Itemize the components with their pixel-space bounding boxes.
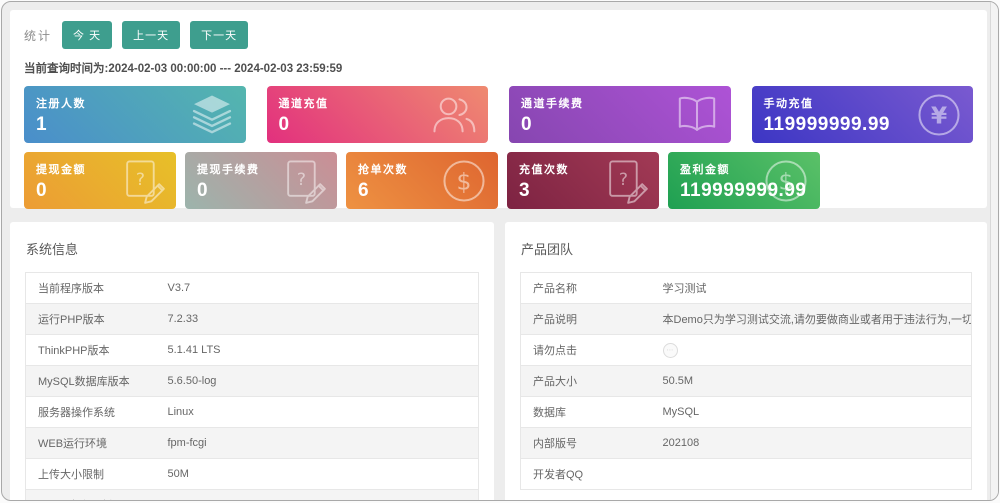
stat-card: 充值次数3? <box>507 152 659 209</box>
product-team-table: 产品名称学习测试产品说明本Demo只为学习测试交流,请勿要做商业或者用于违法行为… <box>520 272 972 490</box>
stat-card-value: 3 <box>519 181 647 200</box>
product-team-title: 产品团队 <box>521 239 972 258</box>
info-value: 50M <box>156 490 479 502</box>
stat-card-label: 充值次数 <box>519 161 647 177</box>
info-label: 产品大小 <box>521 366 651 397</box>
info-value: 202108 <box>651 428 972 459</box>
info-value: 本Demo只为学习测试交流,请勿要做商业或者用于违法行为,一切后果自负. <box>651 304 972 335</box>
stat-card-label: 盈利金额 <box>680 161 808 177</box>
stat-card-label: 提现手续费 <box>197 161 325 177</box>
query-time-text: 当前查询时间为:2024-02-03 00:00:00 --- 2024-02-… <box>24 60 973 76</box>
stat-card: 通道充值 0 <box>267 86 489 143</box>
info-row: ThinkPHP版本5.1.41 LTS <box>26 335 479 366</box>
stat-card: 注册人数 1 <box>24 86 246 143</box>
info-label: 运行PHP版本 <box>26 304 156 335</box>
stat-card: 提现手续费0? <box>185 152 337 209</box>
next-day-button[interactable]: 下一天 <box>190 21 248 49</box>
info-label: 产品说明 <box>521 304 651 335</box>
info-value <box>651 459 972 490</box>
product-team-panel: 产品团队 产品名称学习测试产品说明本Demo只为学习测试交流,请勿要做商业或者用… <box>505 222 987 501</box>
info-row: 内部版号202108 <box>521 428 972 459</box>
info-label: 上传大小限制 <box>26 459 156 490</box>
info-label: 服务器操作系统 <box>26 397 156 428</box>
info-row: 开发者QQ <box>521 459 972 490</box>
info-value: V3.7 <box>156 273 479 304</box>
stat-cards-row-1: 注册人数1通道充值0通道手续费0手动充值119999999.99¥ <box>24 86 973 143</box>
stat-card: 手动充值119999999.99¥ <box>752 86 974 143</box>
stat-card-value: 119999999.99 <box>764 115 962 134</box>
vertical-scrollbar[interactable] <box>990 2 998 500</box>
info-row: 请勿点击 <box>521 335 972 366</box>
prev-day-button[interactable]: 上一天 <box>122 21 180 49</box>
stat-card-value: 0 <box>521 115 719 134</box>
info-label: 内部版号 <box>521 428 651 459</box>
stat-card-label: 抢单次数 <box>358 161 486 177</box>
info-row: MySQL数据库版本5.6.50-log <box>26 366 479 397</box>
stat-card-label: 手动充值 <box>764 95 962 111</box>
info-label: 当前程序版本 <box>26 273 156 304</box>
do-not-click-icon[interactable] <box>663 343 678 358</box>
info-label: ThinkPHP版本 <box>26 335 156 366</box>
stat-card: 提现金额0? <box>24 152 176 209</box>
info-value: 学习测试 <box>651 273 972 304</box>
stat-card: 抢单次数6$ <box>346 152 498 209</box>
info-value: 50.5M <box>651 366 972 397</box>
info-label: 请勿点击 <box>521 335 651 366</box>
statistics-title: 统计 <box>24 27 52 44</box>
info-value: 7.2.33 <box>156 304 479 335</box>
stat-cards-row-2: 提现金额0?提现手续费0?抢单次数6$充值次数3?盈利金额119999999.9… <box>24 152 973 209</box>
info-row: 数据库MySQL <box>521 397 972 428</box>
stat-card-label: 提现金额 <box>36 161 164 177</box>
info-panels-row: 系统信息 当前程序版本V3.7运行PHP版本7.2.33ThinkPHP版本5.… <box>10 222 987 501</box>
system-info-title: 系统信息 <box>26 239 479 258</box>
stat-card-value: 0 <box>36 181 164 200</box>
info-label: 开发者QQ <box>521 459 651 490</box>
info-label: 产品名称 <box>521 273 651 304</box>
statistics-panel: 统计 今 天 上一天 下一天 当前查询时间为:2024-02-03 00:00:… <box>10 10 987 208</box>
stat-card-label: 通道充值 <box>279 95 477 111</box>
info-value: 50M <box>156 459 479 490</box>
info-row: 上传大小限制50M <box>26 459 479 490</box>
today-button[interactable]: 今 天 <box>62 21 112 49</box>
info-row: 产品说明本Demo只为学习测试交流,请勿要做商业或者用于违法行为,一切后果自负. <box>521 304 972 335</box>
stat-card-value: 1 <box>36 115 234 134</box>
info-value: 5.1.41 LTS <box>156 335 479 366</box>
info-value: fpm-fcgi <box>156 428 479 459</box>
info-row: 当前程序版本V3.7 <box>26 273 479 304</box>
info-label: POST大小限制 <box>26 490 156 502</box>
info-value: MySQL <box>651 397 972 428</box>
info-row: 运行PHP版本7.2.33 <box>26 304 479 335</box>
info-value: Linux <box>156 397 479 428</box>
info-row: POST大小限制50M <box>26 490 479 502</box>
stat-card-value: 0 <box>197 181 325 200</box>
stat-card-value: 0 <box>279 115 477 134</box>
stat-card-value: 119999999.99 <box>680 181 808 200</box>
system-info-panel: 系统信息 当前程序版本V3.7运行PHP版本7.2.33ThinkPHP版本5.… <box>10 222 494 501</box>
info-row: WEB运行环境fpm-fcgi <box>26 428 479 459</box>
stat-card-value: 6 <box>358 181 486 200</box>
info-row: 产品大小50.5M <box>521 366 972 397</box>
stat-card-label: 通道手续费 <box>521 95 719 111</box>
info-label: MySQL数据库版本 <box>26 366 156 397</box>
dashboard-window: 统计 今 天 上一天 下一天 当前查询时间为:2024-02-03 00:00:… <box>1 1 999 501</box>
info-row: 产品名称学习测试 <box>521 273 972 304</box>
info-value: 5.6.50-log <box>156 366 479 397</box>
info-label: WEB运行环境 <box>26 428 156 459</box>
info-label: 数据库 <box>521 397 651 428</box>
stat-card: 通道手续费 0 <box>509 86 731 143</box>
info-value <box>651 335 972 366</box>
stat-card-label: 注册人数 <box>36 95 234 111</box>
statistics-header: 统计 今 天 上一天 下一天 <box>24 21 973 49</box>
stat-card: 盈利金额119999999.99$ <box>668 152 820 209</box>
system-info-table: 当前程序版本V3.7运行PHP版本7.2.33ThinkPHP版本5.1.41 … <box>25 272 479 501</box>
info-row: 服务器操作系统Linux <box>26 397 479 428</box>
